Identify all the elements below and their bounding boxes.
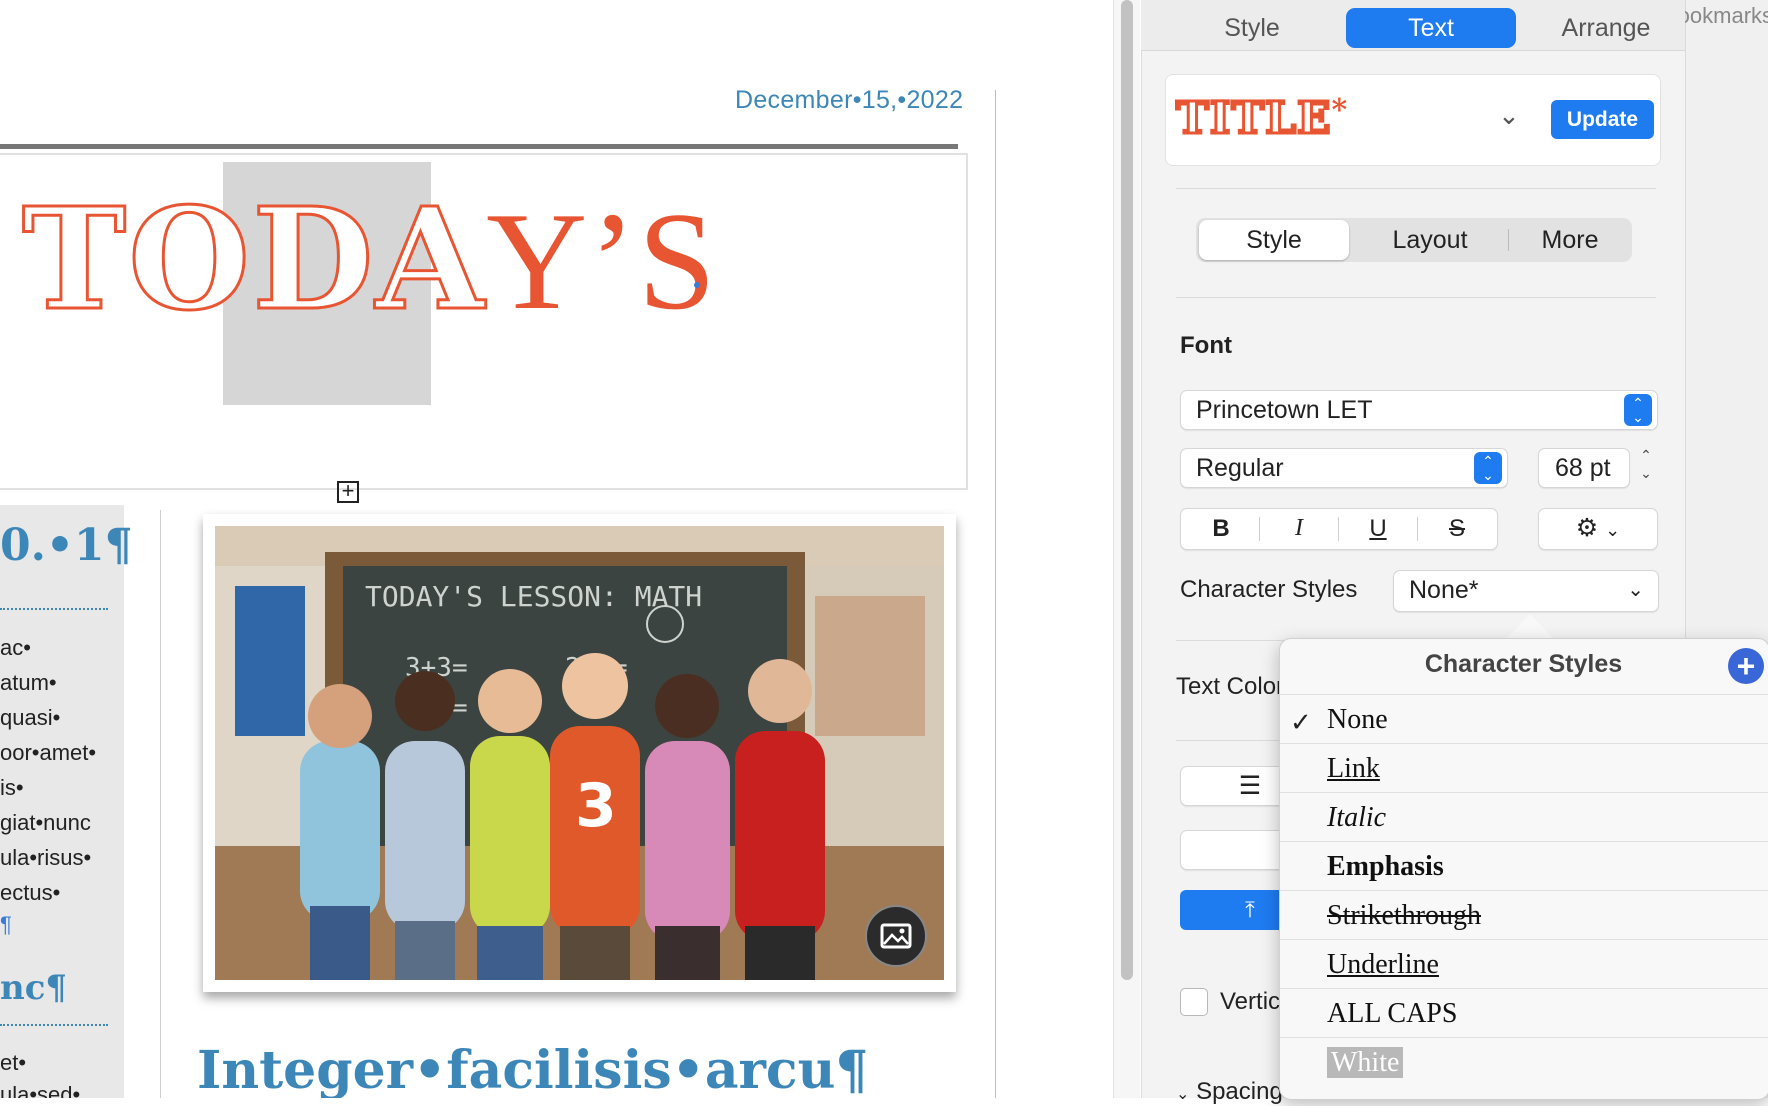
page-margin-line: [995, 90, 996, 1098]
up-down-arrows-icon: ⌃ ⌄: [1624, 394, 1652, 426]
tab-text[interactable]: Text: [1346, 8, 1516, 48]
character-style-link[interactable]: Link: [1280, 743, 1768, 792]
title-selected-text: DA: [251, 178, 487, 342]
subtab-layout[interactable]: Layout: [1355, 220, 1505, 260]
sidebar-column[interactable]: [0, 505, 124, 1098]
frame-resize-handle[interactable]: +: [337, 480, 359, 503]
update-style-button[interactable]: Update: [1551, 100, 1654, 139]
character-style-none[interactable]: None: [1280, 694, 1768, 743]
character-style-underline[interactable]: Underline: [1280, 939, 1768, 988]
chevron-down-icon: ⌄: [1627, 579, 1644, 601]
image-replace-icon[interactable]: [865, 905, 927, 967]
character-style-white[interactable]: White: [1280, 1037, 1768, 1086]
popover-title: Character Styles: [1424, 650, 1623, 678]
font-family-select[interactable]: Princetown LET: [1180, 390, 1658, 430]
column-divider: [160, 510, 161, 1098]
document-canvas[interactable]: December•15,•2022 TODAY’S + 0.•1¶ ac• at…: [0, 0, 988, 1098]
sidebar-text-line[interactable]: atum•: [0, 670, 57, 696]
align-left-icon: ☰: [1238, 772, 1262, 800]
sidebar-text-line[interactable]: oor•amet•: [0, 740, 96, 766]
divider: [1176, 297, 1656, 298]
invisible-space-marker: [694, 282, 700, 288]
gear-icon: ⚙: [1575, 514, 1599, 542]
svg-text:3: 3: [575, 771, 617, 841]
character-style-emphasis[interactable]: Emphasis: [1280, 841, 1768, 890]
sidebar-text-line[interactable]: ectus•: [0, 880, 60, 906]
title-prefix: TO: [20, 178, 253, 342]
tab-style[interactable]: Style: [1177, 8, 1327, 48]
font-family-value: Princetown LET: [1196, 396, 1373, 424]
spacing-label-text: Spacing: [1196, 1078, 1283, 1105]
font-size-field[interactable]: 68 pt: [1538, 448, 1630, 488]
dotted-divider: [0, 1024, 108, 1026]
chevron-down-icon[interactable]: ⌄: [1498, 100, 1520, 131]
classroom-photo[interactable]: TODAY'S LESSON: MATH 3+3= 3+2= 2+5= 3: [215, 526, 944, 980]
spacing-section-label[interactable]: ⌄ Spacing: [1176, 1078, 1283, 1106]
style-modified-marker: *: [1331, 93, 1349, 128]
tab-bookmarks[interactable]: Bookmarks: [1685, 0, 1768, 45]
svg-text:TODAY'S LESSON: MATH: TODAY'S LESSON: MATH: [365, 580, 702, 613]
character-style-italic[interactable]: Italic: [1280, 792, 1768, 841]
dotted-divider: [0, 608, 108, 610]
character-styles-value: None*: [1409, 576, 1479, 604]
align-top-icon: ⤒: [1245, 897, 1255, 922]
character-style-all-caps[interactable]: ALL CAPS: [1280, 988, 1768, 1037]
bold-button[interactable]: B: [1182, 509, 1260, 548]
character-styles-select[interactable]: None* ⌄: [1393, 570, 1659, 612]
font-typeface-select[interactable]: Regular: [1180, 448, 1508, 488]
title-suffix: Y’S: [486, 184, 718, 339]
text-color-label: Text Color: [1176, 673, 1285, 700]
paragraph-style-name[interactable]: TITLE*: [1175, 92, 1349, 146]
sidebar-text-line[interactable]: et•: [0, 1050, 26, 1076]
underline-button[interactable]: U: [1339, 509, 1417, 548]
popover-arrow: [1506, 614, 1554, 639]
plus-icon[interactable]: +: [1728, 648, 1764, 684]
inspector-tab-bar: Style Text Arrange: [1141, 0, 1685, 51]
segment-divider: [1508, 229, 1509, 251]
document-scrollbar-thumb[interactable]: [1121, 0, 1133, 980]
character-styles-label: Character Styles: [1180, 576, 1358, 603]
subtab-more[interactable]: More: [1511, 220, 1629, 260]
font-size-stepper[interactable]: ⌃ ⌄: [1634, 446, 1658, 490]
chevron-down-icon: ⌄: [1176, 1086, 1190, 1103]
top-rule: [0, 144, 958, 149]
pilcrow-mark: ¶: [0, 912, 12, 937]
newsletter-date[interactable]: December•15,•2022: [735, 86, 963, 115]
image-icon-glyph: [880, 923, 912, 949]
advanced-options-button[interactable]: ⚙ ⌄: [1538, 508, 1658, 550]
sidebar-text-line[interactable]: ula•risus•: [0, 845, 91, 871]
character-style-white-label: White: [1327, 1047, 1404, 1078]
sidebar-text-line[interactable]: ac•: [0, 635, 31, 661]
font-typeface-value: Regular: [1196, 454, 1284, 482]
character-style-strikethrough[interactable]: Strikethrough: [1280, 890, 1768, 939]
up-down-arrows-icon: ⌃ ⌄: [1474, 452, 1502, 484]
italic-button[interactable]: I: [1260, 509, 1338, 548]
sidebar-text-line[interactable]: ula•sed•: [0, 1082, 80, 1098]
sidebar-text-line[interactable]: quasi•: [0, 705, 60, 731]
font-section-label: Font: [1180, 332, 1232, 359]
chevron-down-icon: ⌄: [1605, 520, 1621, 540]
paragraph-style-text: TITLE: [1175, 92, 1333, 146]
sidebar-text-line[interactable]: giat•nunc: [0, 810, 91, 836]
sidebar-heading[interactable]: 0.•1¶: [0, 520, 133, 571]
article-heading[interactable]: Integer•facilisis•arcu¶: [197, 1040, 868, 1098]
sidebar-text-line[interactable]: is•: [0, 775, 24, 801]
classroom-photo-illustration: TODAY'S LESSON: MATH 3+3= 3+2= 2+5= 3: [215, 526, 944, 980]
sidebar-heading[interactable]: nc¶: [0, 968, 67, 1008]
divider: [1176, 188, 1656, 189]
vertical-text-checkbox[interactable]: [1180, 988, 1208, 1016]
tab-arrange[interactable]: Arrange: [1531, 8, 1681, 48]
tab-bookmarks-label: Bookmarks: [1685, 3, 1768, 28]
newsletter-title[interactable]: TODAY’S: [20, 178, 718, 342]
font-size-value: 68 pt: [1555, 454, 1611, 482]
strikethrough-button[interactable]: S: [1418, 509, 1496, 548]
subtab-style[interactable]: Style: [1199, 220, 1349, 260]
